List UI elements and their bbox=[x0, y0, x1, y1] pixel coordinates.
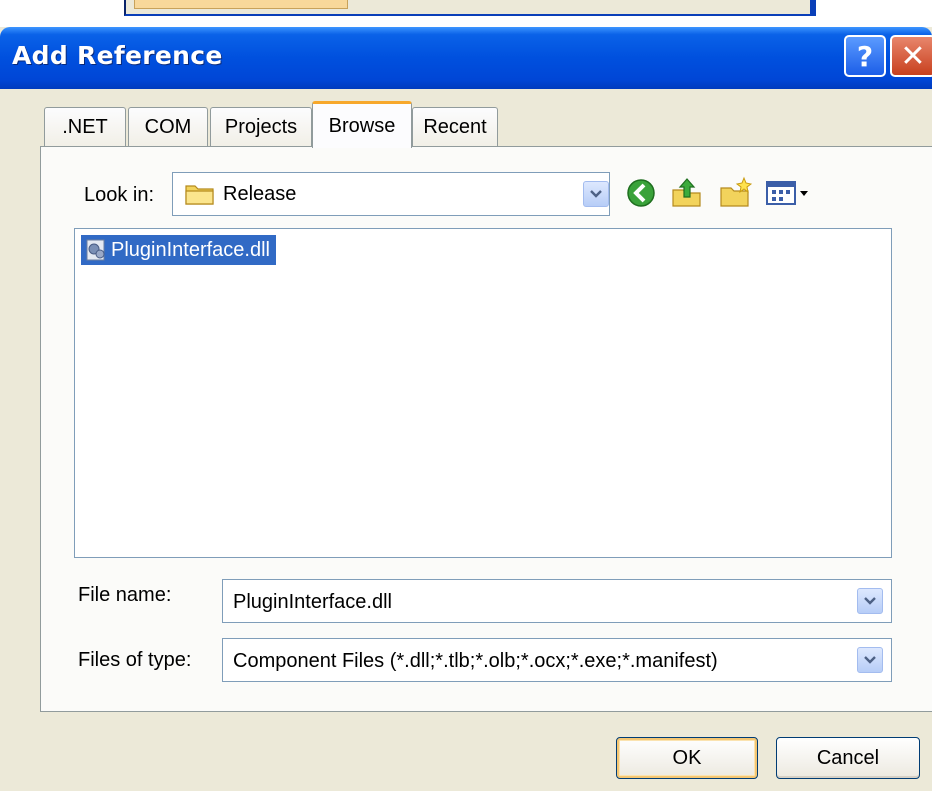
title-bar[interactable]: Add Reference ? ✕ bbox=[0, 27, 932, 89]
up-folder-icon[interactable] bbox=[670, 176, 704, 210]
new-folder-icon[interactable] bbox=[718, 176, 752, 210]
file-name-label: File name: bbox=[78, 584, 172, 606]
tab-dotnet[interactable]: .NET bbox=[44, 107, 126, 147]
files-of-type-value: Component Files (*.dll;*.tlb;*.olb;*.ocx… bbox=[233, 650, 718, 672]
tab-browse[interactable]: Browse bbox=[312, 101, 412, 148]
dll-icon bbox=[86, 239, 105, 261]
list-item[interactable]: PluginInterface.dll bbox=[81, 235, 276, 265]
look-in-combobox[interactable]: Release bbox=[172, 172, 610, 216]
help-button[interactable]: ? bbox=[844, 35, 886, 77]
back-icon[interactable] bbox=[624, 176, 658, 210]
tab-projects[interactable]: Projects bbox=[210, 107, 312, 147]
look-in-value: Release bbox=[223, 183, 297, 205]
window-title: Add Reference bbox=[12, 41, 223, 70]
chevron-down-icon bbox=[864, 656, 876, 664]
files-of-type-combobox[interactable]: Component Files (*.dll;*.tlb;*.olb;*.ocx… bbox=[222, 638, 892, 682]
look-in-dropdown-button[interactable] bbox=[583, 181, 609, 207]
file-name-combobox[interactable]: PluginInterface.dll bbox=[222, 579, 892, 623]
look-in-label: Look in: bbox=[84, 184, 155, 206]
close-button[interactable]: ✕ bbox=[890, 35, 932, 77]
help-icon: ? bbox=[856, 39, 874, 73]
file-list[interactable]: PluginInterface.dll bbox=[74, 228, 892, 558]
files-of-type-label: Files of type: bbox=[78, 649, 192, 671]
chevron-down-icon bbox=[864, 597, 876, 605]
file-item-name: PluginInterface.dll bbox=[111, 238, 270, 261]
background-window bbox=[124, 0, 816, 16]
files-of-type-dropdown-button[interactable] bbox=[857, 647, 883, 673]
views-menu-icon[interactable] bbox=[764, 176, 810, 210]
file-name-dropdown-button[interactable] bbox=[857, 588, 883, 614]
cancel-button[interactable]: Cancel bbox=[776, 737, 920, 779]
file-name-value: PluginInterface.dll bbox=[233, 591, 392, 613]
background-field bbox=[134, 0, 348, 9]
close-icon: ✕ bbox=[900, 38, 926, 74]
ok-button[interactable]: OK bbox=[616, 737, 758, 779]
chevron-down-icon bbox=[590, 190, 602, 198]
tab-com[interactable]: COM bbox=[128, 107, 208, 147]
folder-icon bbox=[185, 185, 214, 205]
tab-recent[interactable]: Recent bbox=[412, 107, 498, 147]
